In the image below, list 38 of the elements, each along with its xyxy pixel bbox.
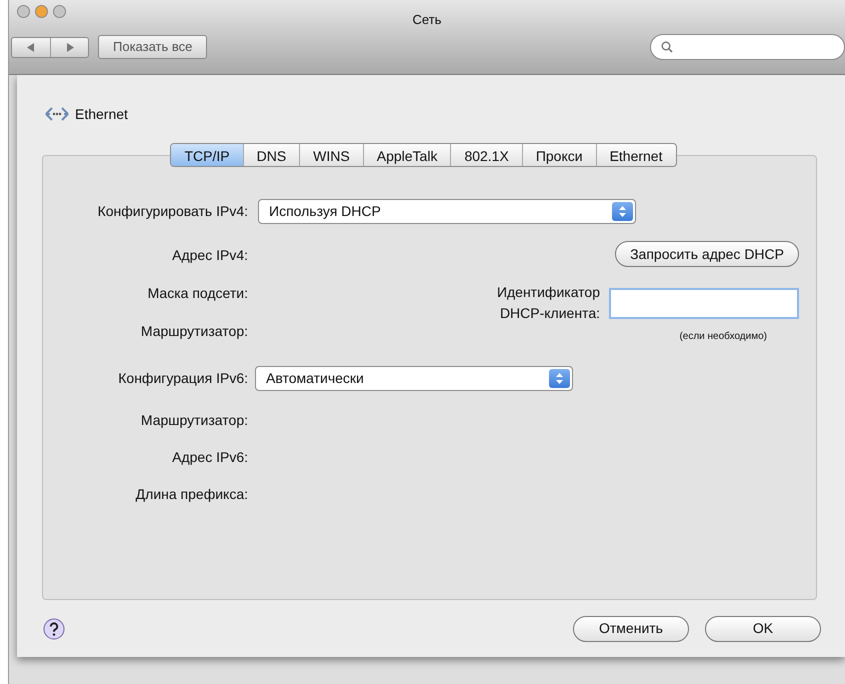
dialog-button[interactable]: OK — [705, 616, 821, 642]
field-label: Маршрутизатор: — [140, 322, 248, 341]
window-control-button[interactable] — [17, 5, 30, 18]
tab[interactable]: Прокси — [522, 144, 596, 166]
field-label: Конфигурировать IPv4: — [96, 202, 248, 221]
tab[interactable]: Ethernet — [596, 144, 676, 166]
tab[interactable]: TCP/IP — [171, 144, 243, 166]
search-field[interactable] — [650, 34, 845, 60]
ipv4-config-popup[interactable]: Используя DHCP — [258, 199, 636, 224]
field-label: Адрес IPv6: — [171, 448, 248, 467]
stepper-icon — [619, 206, 626, 217]
tab[interactable]: DNS — [242, 144, 300, 166]
field-label: Маршрутизатор: — [140, 411, 248, 430]
tab[interactable]: 802.1X — [450, 144, 522, 166]
help-icon[interactable] — [43, 618, 65, 640]
ipv6-config-popup[interactable]: Автоматически — [255, 366, 573, 391]
hint-text: (если необходимо) — [679, 330, 768, 344]
show-all-button[interactable]: Показать все — [98, 35, 208, 59]
back-forward-control[interactable] — [11, 36, 89, 58]
window-control-button[interactable] — [53, 5, 66, 18]
dhcp-client-id-field[interactable] — [609, 288, 799, 318]
field-label: Идентификатор DHCP-клиента: — [496, 283, 600, 323]
field-label: Маска подсети: — [146, 284, 248, 303]
service-name: Ethernet — [75, 104, 128, 124]
dialog-button[interactable]: Отменить — [573, 616, 689, 642]
back-icon[interactable] — [27, 42, 35, 52]
search-icon — [661, 41, 673, 53]
tab[interactable]: AppleTalk — [362, 144, 450, 166]
stepper-icon — [556, 373, 563, 384]
field-label: Адрес IPv4: — [171, 246, 248, 265]
field-label: Конфигурация IPv6: — [117, 369, 248, 388]
forward-icon[interactable] — [66, 42, 74, 52]
window-control-button[interactable] — [35, 5, 48, 18]
window-title: Сеть — [412, 12, 442, 27]
field-label: Длина префикса: — [134, 485, 248, 504]
ethernet-arrows-icon — [45, 106, 69, 122]
tab[interactable]: WINS — [299, 144, 363, 166]
renew-dhcp-button[interactable]: Запросить адрес DHCP — [615, 241, 799, 267]
